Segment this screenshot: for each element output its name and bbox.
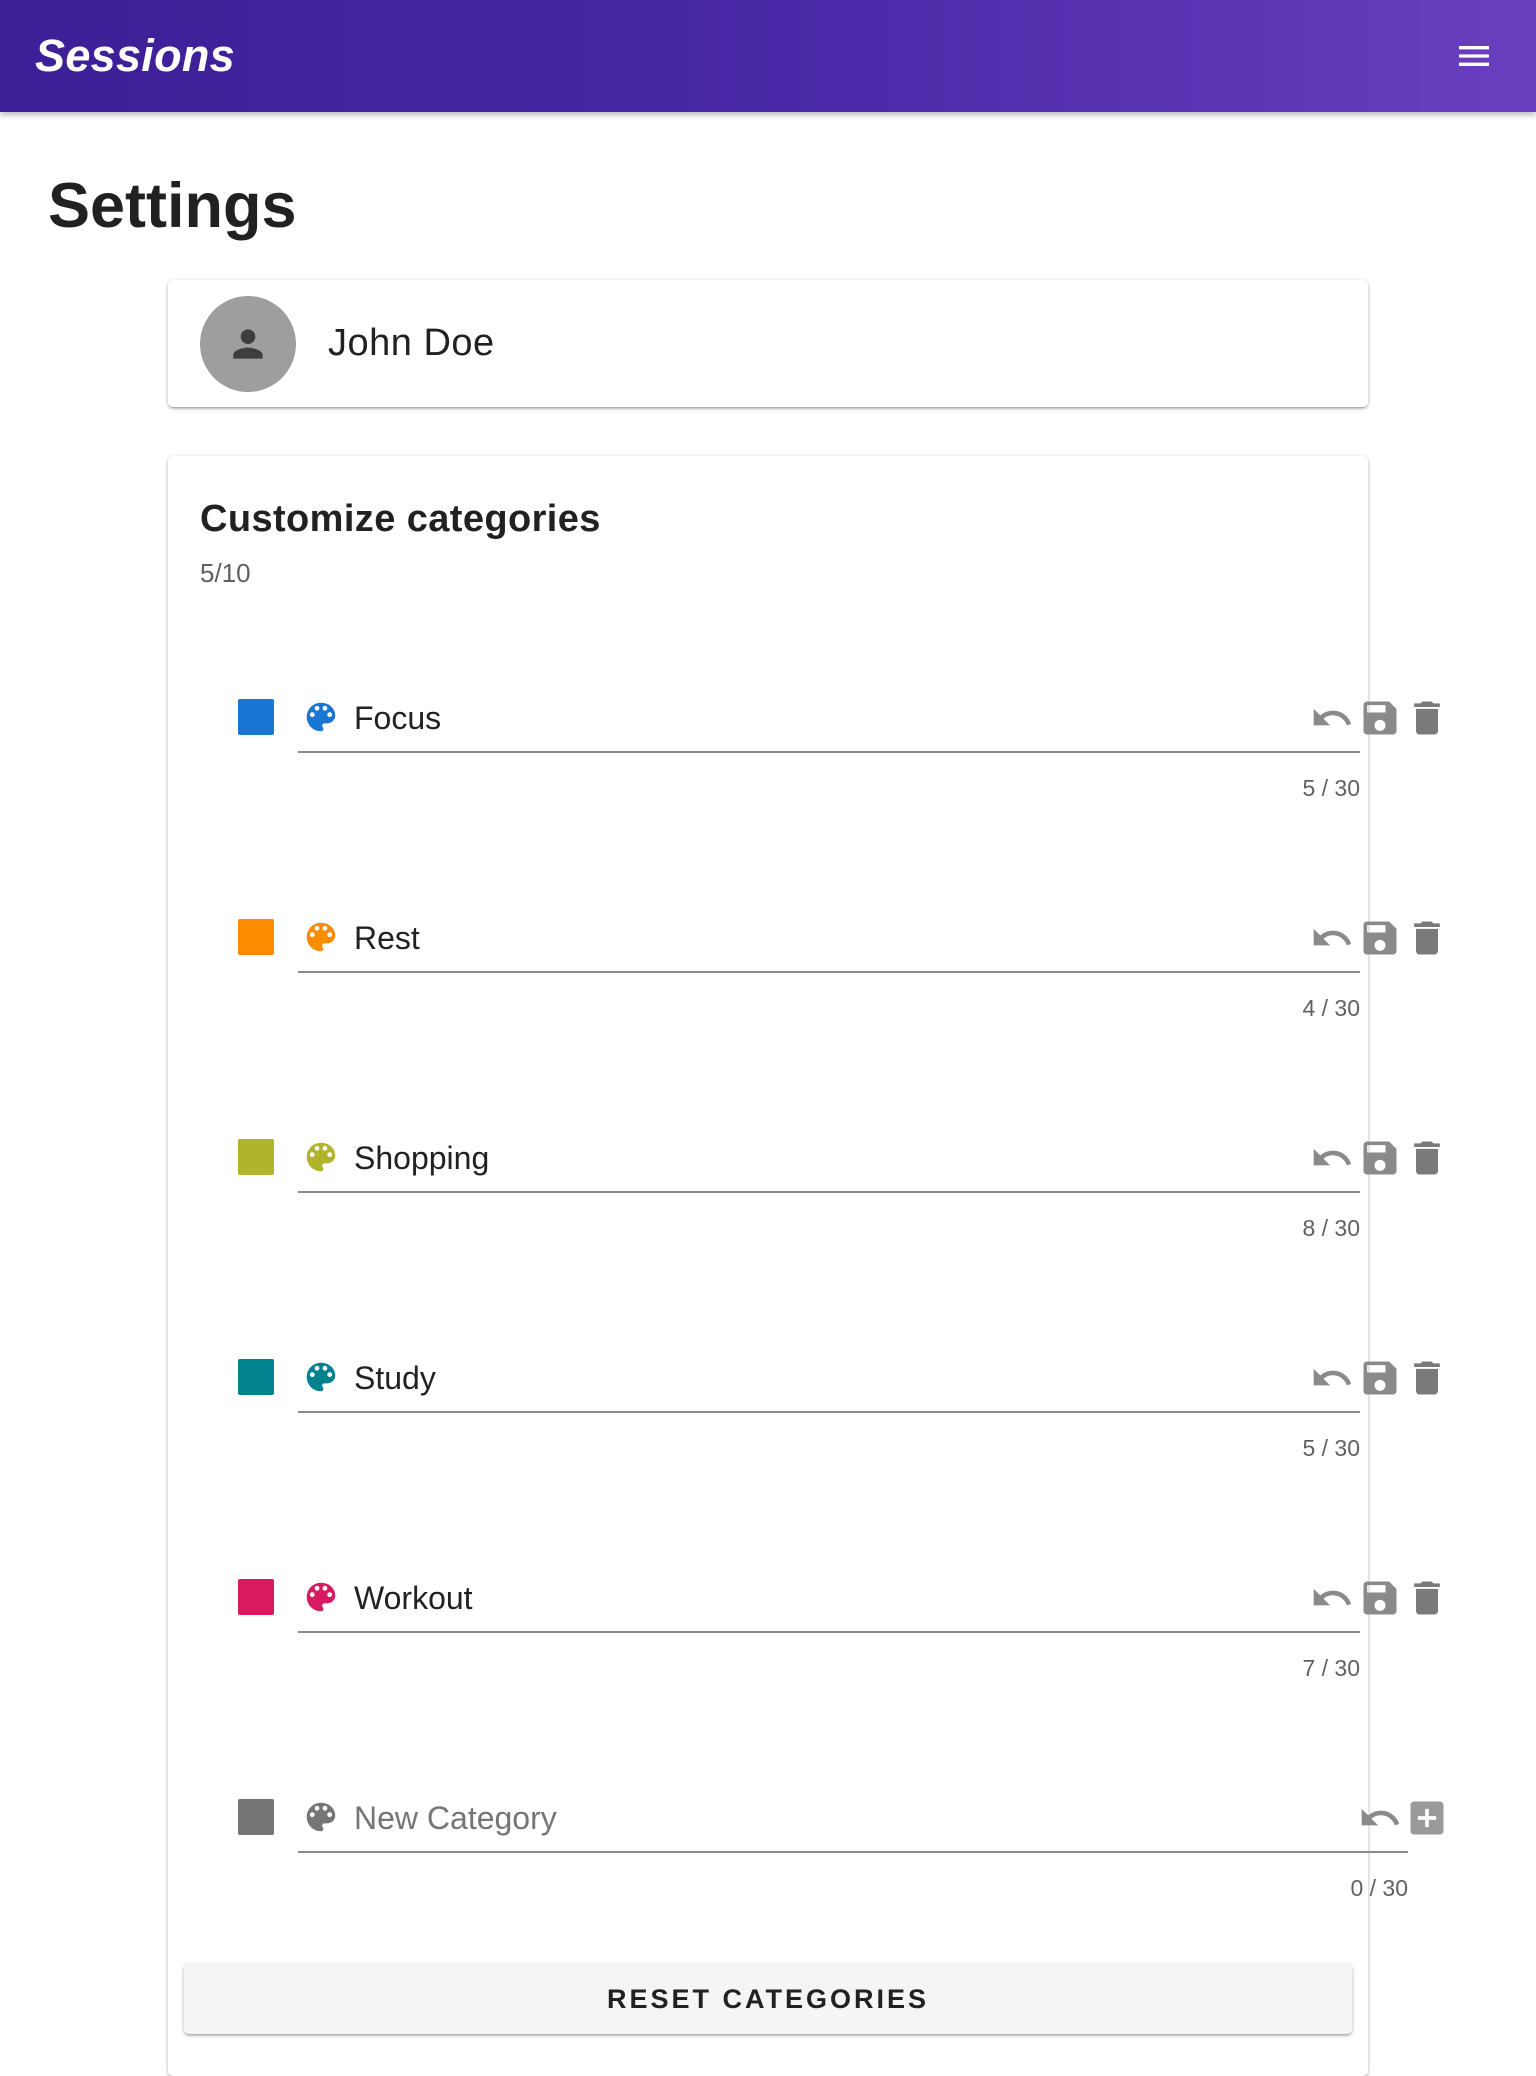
category-name-input[interactable] (354, 698, 914, 738)
undo-button[interactable] (1358, 1798, 1402, 1838)
category-name-input[interactable] (354, 918, 914, 958)
undo-icon (1361, 1808, 1400, 1826)
palette-icon[interactable] (302, 1578, 340, 1616)
undo-button[interactable] (1310, 1578, 1354, 1618)
category-name-input[interactable] (354, 1578, 914, 1618)
section-title: Customize categories (200, 498, 601, 540)
page-title: Settings (48, 171, 297, 241)
char-counter: 0 / 30 (1350, 1875, 1408, 1901)
delete-button[interactable] (1405, 698, 1449, 738)
delete-button[interactable] (1405, 1358, 1449, 1398)
avatar (200, 295, 296, 392)
palette-icon[interactable] (302, 918, 340, 956)
delete-icon (1414, 921, 1440, 955)
char-counter: 4 / 30 (1302, 995, 1360, 1021)
input-underline (298, 751, 1360, 753)
category-row: 5 / 30 (168, 698, 1440, 818)
palette-icon[interactable] (302, 1798, 340, 1836)
color-swatch (238, 919, 274, 955)
color-swatch (238, 699, 274, 735)
palette-icon[interactable] (302, 1138, 340, 1176)
save-icon (1363, 1361, 1397, 1395)
undo-icon (1313, 1148, 1352, 1166)
delete-icon (1414, 1581, 1440, 1615)
save-icon (1363, 701, 1397, 735)
category-row: 7 / 30 (168, 1578, 1440, 1698)
save-button[interactable] (1358, 698, 1402, 738)
add-box-icon (1410, 1801, 1444, 1835)
input-underline (298, 1191, 1360, 1193)
add-category-button[interactable] (1405, 1798, 1449, 1838)
undo-button[interactable] (1310, 698, 1354, 738)
color-swatch (238, 1799, 274, 1835)
save-icon (1363, 1581, 1397, 1615)
input-underline (298, 1851, 1408, 1853)
profile-card: John Doe (168, 280, 1368, 407)
categories-card: Customize categories 5/10 5 / 30 4 / 30 (168, 456, 1444, 2076)
undo-icon (1313, 708, 1352, 726)
user-name: John Doe (328, 322, 495, 364)
category-row: 8 / 30 (168, 1138, 1440, 1258)
category-name-input[interactable] (354, 1138, 914, 1178)
category-name-input[interactable] (354, 1358, 914, 1398)
undo-icon (1313, 1368, 1352, 1386)
undo-button[interactable] (1310, 1138, 1354, 1178)
undo-icon (1313, 1588, 1352, 1606)
save-button[interactable] (1358, 918, 1402, 958)
save-button[interactable] (1358, 1358, 1402, 1398)
input-underline (298, 1411, 1360, 1413)
app-title[interactable]: Sessions (35, 30, 235, 82)
char-counter: 5 / 30 (1302, 775, 1360, 801)
delete-icon (1414, 701, 1440, 735)
color-swatch (238, 1359, 274, 1395)
delete-button[interactable] (1405, 1138, 1449, 1178)
new-category-input[interactable] (354, 1798, 914, 1838)
char-counter: 8 / 30 (1302, 1215, 1360, 1241)
delete-icon (1414, 1361, 1440, 1395)
menu-button[interactable] (1448, 30, 1500, 82)
menu-icon (1459, 46, 1489, 66)
undo-button[interactable] (1310, 918, 1354, 958)
palette-icon[interactable] (302, 698, 340, 736)
input-underline (298, 971, 1360, 973)
category-count: 5/10 (200, 558, 251, 588)
color-swatch (238, 1579, 274, 1615)
input-underline (298, 1631, 1360, 1633)
save-icon (1363, 921, 1397, 955)
undo-icon (1313, 928, 1352, 946)
delete-button[interactable] (1405, 918, 1449, 958)
app-bar: Sessions (0, 0, 1536, 112)
char-counter: 7 / 30 (1302, 1655, 1360, 1681)
category-row: 4 / 30 (168, 918, 1440, 1038)
reset-categories-button[interactable]: RESET CATEGORIES (184, 1964, 1352, 2034)
save-button[interactable] (1358, 1138, 1402, 1178)
save-button[interactable] (1358, 1578, 1402, 1618)
char-counter: 5 / 30 (1302, 1435, 1360, 1461)
new-category-row: 0 / 30 (168, 1798, 1444, 1918)
delete-button[interactable] (1405, 1578, 1449, 1618)
person-icon (233, 328, 263, 359)
color-swatch (238, 1139, 274, 1175)
delete-icon (1414, 1141, 1440, 1175)
undo-button[interactable] (1310, 1358, 1354, 1398)
save-icon (1363, 1141, 1397, 1175)
palette-icon[interactable] (302, 1358, 340, 1396)
category-row: 5 / 30 (168, 1358, 1440, 1478)
